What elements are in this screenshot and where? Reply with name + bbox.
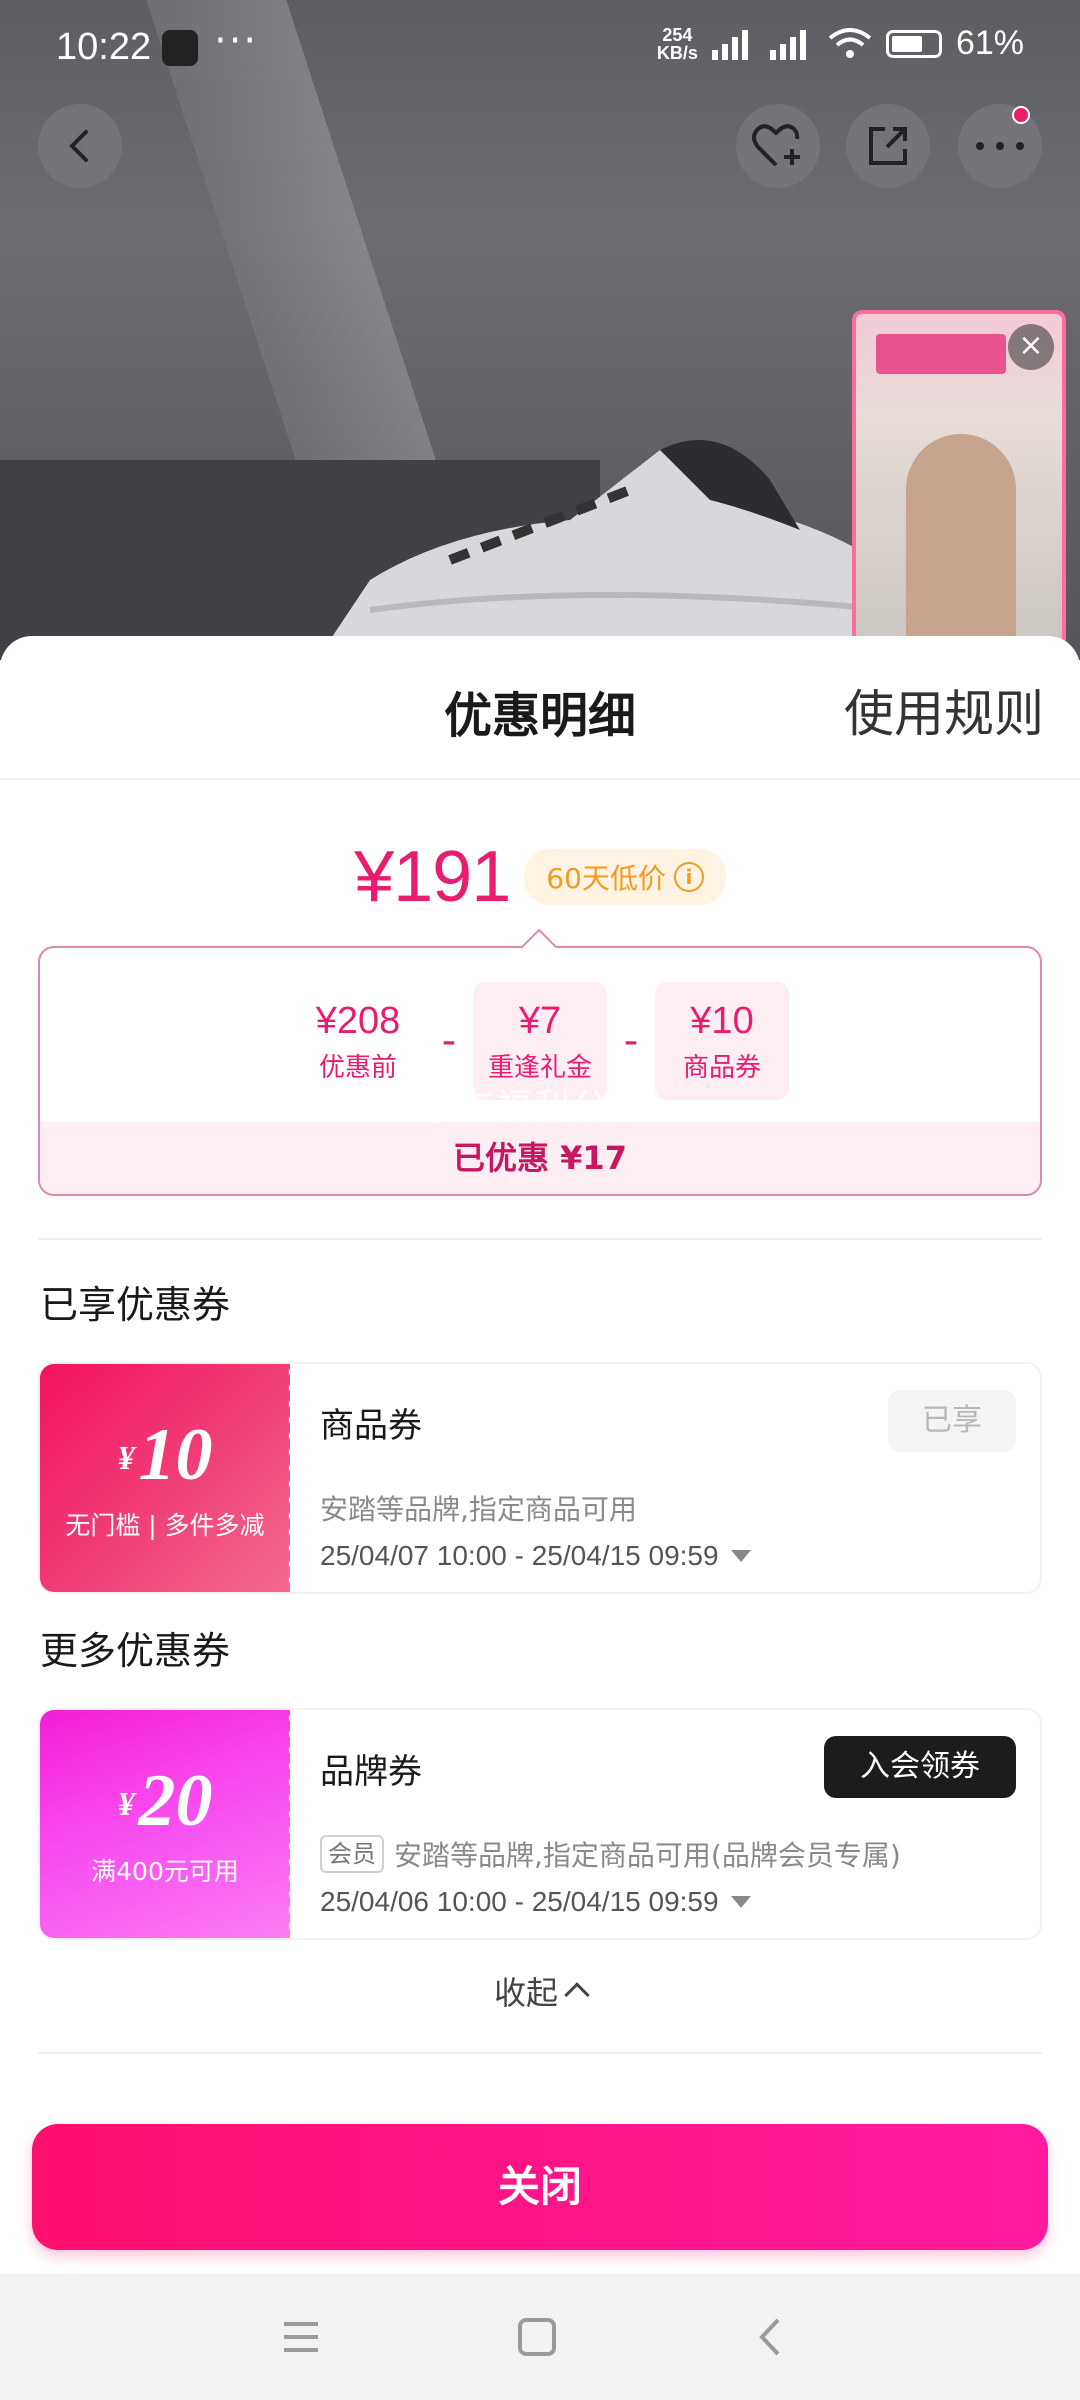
wifi-icon	[828, 27, 872, 58]
join-member-get-coupon-button[interactable]: 入会领券	[824, 1736, 1016, 1798]
share-icon	[869, 127, 907, 165]
live-stream-preview[interactable]: ×	[852, 310, 1066, 660]
more-dots-icon	[976, 142, 1024, 150]
collapse-button[interactable]: 收起	[0, 1968, 1080, 2014]
coupon-amount-panel: ¥20 满400元可用	[40, 1710, 294, 1938]
usage-rules-link[interactable]: 使用规则	[844, 674, 1044, 746]
live-host-image	[906, 434, 1016, 656]
owned-status-button: 已享	[888, 1390, 1016, 1452]
breakdown-value: ¥208	[315, 1000, 401, 1042]
expand-triangle-icon	[730, 1550, 751, 1562]
coupon-desc: 安踏等品牌,指定商品可用	[320, 1493, 637, 1526]
product-image-area: 10:22 ··· 254 KB/s 61% ×	[0, 0, 1080, 660]
chevron-up-icon	[564, 1982, 590, 2008]
divider	[38, 2052, 1042, 2054]
coupon-condition: 无门槛 | 多件多减	[65, 1511, 265, 1540]
price-breakdown: ¥208 优惠前 - ¥7 重逢礼金 - ¥10 商品券 已优惠 ¥17 京东福…	[38, 946, 1042, 1196]
notification-app-icon	[162, 30, 198, 66]
coupon-amount-panel: ¥10 无门槛 | 多件多减	[40, 1364, 294, 1592]
minus-operator: -	[441, 1018, 457, 1064]
owned-coupon-card[interactable]: ¥10 无门槛 | 多件多减 商品券 安踏等品牌,指定商品可用 25/04/07…	[38, 1362, 1042, 1594]
close-button[interactable]: 关闭	[32, 2124, 1048, 2250]
status-more-dots: ···	[214, 18, 259, 64]
breakdown-label: 优惠前	[318, 1053, 397, 1083]
breakdown-value: ¥7	[518, 1000, 562, 1042]
menu-icon[interactable]	[278, 2314, 324, 2360]
breakdown-label: 商品券	[682, 1053, 761, 1083]
battery-percent: 61%	[955, 24, 1024, 62]
original-price-item: ¥208 优惠前	[291, 982, 425, 1100]
battery-icon	[885, 29, 942, 58]
member-tag: 会员	[320, 1835, 384, 1873]
final-price-row: ¥191 60天低价 i	[0, 836, 1080, 918]
collapse-label: 收起	[493, 1974, 558, 2012]
more-button[interactable]	[958, 104, 1042, 188]
coupon-validity[interactable]: 25/04/07 10:00 - 25/04/15 09:59	[320, 1540, 751, 1572]
currency-symbol: ¥	[117, 1786, 135, 1823]
back-button[interactable]	[38, 104, 122, 188]
chevron-left-icon	[69, 130, 88, 162]
heart-plus-icon	[752, 124, 800, 167]
coupon-amount: ¥20	[117, 1760, 213, 1842]
status-bar: 10:22 ··· 254 KB/s 61%	[0, 0, 1080, 96]
total-saved: 已优惠 ¥17	[40, 1122, 1040, 1194]
minus-operator: -	[623, 1018, 639, 1064]
brand-coupon-card[interactable]: ¥20 满400元可用 品牌券 会员 安踏等品牌,指定商品可用(品牌会员专属) …	[38, 1708, 1042, 1940]
back-triangle-icon[interactable]	[748, 2314, 794, 2360]
network-speed: 254 KB/s	[656, 24, 698, 63]
product-coupon-item: ¥10 商品券	[655, 982, 789, 1100]
low-price-label: 60天低价	[546, 862, 666, 895]
coupon-desc: 会员 安踏等品牌,指定商品可用(品牌会员专属)	[320, 1834, 901, 1874]
coupon-info: 商品券 安踏等品牌,指定商品可用 25/04/07 10:00 - 25/04/…	[320, 1364, 1040, 1592]
live-close-button[interactable]: ×	[1008, 324, 1054, 370]
discount-detail-sheet: 优惠明细 使用规则 ¥191 60天低价 i ¥208 优惠前 - ¥7 重逢礼…	[0, 636, 1080, 2274]
more-coupons-title: 更多优惠券	[40, 1629, 231, 1673]
favorite-button[interactable]	[736, 104, 820, 188]
watermark: 京东福利分享	[420, 1087, 649, 1128]
coupon-name: 品牌券	[320, 1752, 422, 1792]
status-indicators: 254 KB/s 61%	[657, 24, 1024, 63]
coupon-validity[interactable]: 25/04/06 10:00 - 25/04/15 09:59	[320, 1886, 751, 1918]
shoe-image	[330, 440, 890, 640]
system-navigation-bar	[0, 2274, 1080, 2400]
status-time: 10:22	[56, 26, 152, 68]
breakdown-value: ¥10	[690, 1000, 754, 1042]
info-icon: i	[673, 862, 704, 892]
notification-dot	[1012, 106, 1030, 124]
share-button[interactable]	[846, 104, 930, 188]
coupon-amount: ¥10	[117, 1414, 213, 1496]
currency-symbol: ¥	[117, 1440, 135, 1477]
sheet-header: 优惠明细 使用规则	[0, 636, 1080, 780]
expand-triangle-icon	[730, 1896, 751, 1908]
signal-icon	[711, 29, 748, 60]
coupon-info: 品牌券 会员 安踏等品牌,指定商品可用(品牌会员专属) 25/04/06 10:…	[320, 1710, 1040, 1938]
coupon-name: 商品券	[320, 1406, 422, 1446]
signal-icon-2	[769, 29, 806, 60]
divider	[38, 1238, 1042, 1240]
owned-coupons-title: 已享优惠券	[40, 1283, 231, 1327]
final-price: ¥191	[354, 837, 511, 917]
low-price-badge[interactable]: 60天低价 i	[524, 849, 726, 905]
home-square-icon[interactable]	[514, 2314, 560, 2360]
live-banner	[876, 334, 1006, 374]
coupon-condition: 满400元可用	[91, 1857, 239, 1886]
